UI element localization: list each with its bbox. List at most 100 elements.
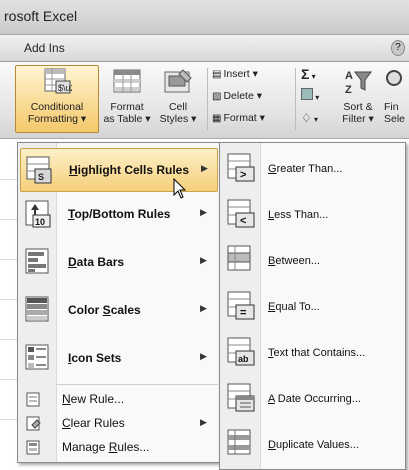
clear-rules-icon bbox=[26, 416, 41, 431]
conditional-formatting-button[interactable]: $\u25be Conditional Formatting ▾ bbox=[15, 65, 99, 133]
find-icon bbox=[386, 70, 402, 86]
data-bars-label: ata Bars bbox=[76, 255, 125, 269]
fill-button[interactable]: ▾ bbox=[301, 88, 319, 104]
svg-text:=: = bbox=[240, 307, 246, 319]
submenu-item-equal-to[interactable]: = Equal To... bbox=[222, 285, 403, 329]
svg-text:<: < bbox=[240, 215, 246, 227]
text-contains-label: ext that Contains... bbox=[273, 347, 366, 359]
menu-item-new-rule[interactable]: New Rule... bbox=[20, 389, 218, 410]
sort-filter-label-1: Sort & bbox=[343, 101, 373, 113]
menu-item-color-scales[interactable]: Color Scales ▶ bbox=[20, 289, 218, 333]
menu-item-data-bars[interactable]: Data Bars ▶ bbox=[20, 241, 218, 285]
between-icon bbox=[227, 245, 251, 271]
cell-styles-label-1: Cell bbox=[168, 101, 188, 113]
conditional-formatting-label-1: Conditional bbox=[30, 101, 84, 113]
ribbon-separator bbox=[295, 68, 296, 130]
highlight-cells-icon: S bbox=[26, 156, 52, 184]
svg-text:ab: ab bbox=[238, 354, 249, 364]
title-bar: rosoft Excel bbox=[0, 0, 409, 35]
find-select-button[interactable]: Fin Sele bbox=[384, 66, 409, 125]
submenu-arrow-icon: ▶ bbox=[200, 417, 207, 427]
manage-rules-label: ules... bbox=[117, 440, 150, 454]
help-icon[interactable]: ? bbox=[391, 40, 405, 56]
conditional-formatting-menu: S Highlight Cells Rules ▶ 10 Top/Bottom … bbox=[17, 142, 221, 463]
svg-text:S: S bbox=[38, 172, 44, 182]
submenu-arrow-icon: ▶ bbox=[200, 255, 207, 265]
less-than-label: ess Than... bbox=[274, 209, 329, 221]
submenu-arrow-icon: ▶ bbox=[200, 303, 207, 313]
menu-item-icon-sets[interactable]: Icon Sets ▶ bbox=[20, 337, 218, 381]
text-contains-icon: ab bbox=[227, 337, 255, 366]
ribbon-separator bbox=[207, 68, 208, 130]
delete-label: Delete ▾ bbox=[223, 90, 262, 102]
format-as-table-label-1: Format bbox=[110, 101, 144, 113]
autosum-button[interactable]: Σ ▾ bbox=[301, 66, 316, 82]
window-title: rosoft Excel bbox=[4, 8, 78, 24]
menu-item-clear-rules[interactable]: Clear Rules ▶ bbox=[20, 413, 218, 434]
conditional-formatting-icon: $\u25be bbox=[44, 68, 91, 94]
fill-icon bbox=[301, 88, 313, 100]
cell-styles-icon bbox=[164, 69, 192, 93]
color-scales-label: cales bbox=[110, 303, 141, 317]
delete-cells-icon: ▧ bbox=[212, 91, 222, 102]
cell-styles-button[interactable]: Cell Styles ▾ bbox=[152, 66, 204, 125]
clear-rules-label: lear Rules bbox=[70, 416, 125, 430]
date-occurring-icon bbox=[227, 383, 255, 412]
insert-cells-button[interactable]: ▤ Insert ▾ bbox=[212, 66, 258, 82]
insert-cells-icon: ▤ bbox=[212, 69, 222, 80]
format-as-table-icon bbox=[113, 69, 141, 93]
insert-label: Insert ▾ bbox=[223, 68, 258, 80]
cell-styles-label-2: Styles ▾ bbox=[159, 113, 197, 125]
greater-than-icon: > bbox=[227, 153, 255, 182]
new-rule-icon bbox=[26, 392, 40, 407]
submenu-arrow-icon: ▶ bbox=[200, 351, 207, 361]
equal-to-label: qual To... bbox=[275, 301, 320, 313]
icon-sets-label: con Sets bbox=[71, 351, 122, 365]
icon-sets-icon bbox=[25, 344, 49, 370]
top-bottom-icon: 10 bbox=[25, 200, 51, 228]
duplicate-values-label: uplicate Values... bbox=[275, 439, 359, 451]
submenu-item-date-occurring[interactable]: A Date Occurring... bbox=[222, 377, 403, 421]
menu-item-manage-rules[interactable]: Manage Rules... bbox=[20, 437, 218, 458]
find-select-label-2: Sele bbox=[384, 113, 406, 125]
submenu-arrow-icon: ▶ bbox=[201, 163, 208, 173]
format-as-table-button[interactable]: Format as Table ▾ bbox=[101, 66, 153, 125]
greater-than-label: reater Than... bbox=[276, 163, 343, 175]
svg-text:10: 10 bbox=[35, 217, 45, 227]
submenu-item-duplicate-values[interactable]: Duplicate Values... bbox=[222, 423, 403, 467]
mouse-pointer-icon bbox=[173, 178, 187, 199]
submenu-arrow-icon: ▶ bbox=[200, 207, 207, 217]
ribbon: $\u25be Conditional Formatting ▾ Format … bbox=[0, 62, 409, 139]
sort-filter-button[interactable]: A Z Sort & Filter ▾ bbox=[336, 66, 380, 125]
submenu-item-less-than[interactable]: < Less Than... bbox=[222, 193, 403, 237]
format-cells-icon: ▦ bbox=[212, 113, 222, 124]
sort-filter-label-2: Filter ▾ bbox=[342, 113, 374, 125]
clear-button[interactable]: ♢ ▾ bbox=[301, 110, 318, 126]
date-occurring-label: Date Occurring... bbox=[274, 393, 361, 405]
delete-cells-button[interactable]: ▧ Delete ▾ bbox=[212, 88, 262, 104]
manage-rules-icon bbox=[26, 440, 40, 455]
svg-text:>: > bbox=[240, 169, 246, 181]
highlight-cells-submenu: > Greater Than... < Less Than... Between… bbox=[219, 142, 406, 470]
format-cells-button[interactable]: ▦ Format ▾ bbox=[212, 110, 265, 126]
equal-to-icon: = bbox=[227, 291, 255, 320]
submenu-item-greater-than[interactable]: > Greater Than... bbox=[222, 147, 403, 191]
submenu-item-between[interactable]: Between... bbox=[222, 239, 403, 283]
format-label: Format ▾ bbox=[223, 112, 265, 124]
between-label: etween... bbox=[275, 255, 320, 267]
svg-text:Z: Z bbox=[345, 84, 352, 96]
new-rule-label: ew Rule... bbox=[70, 392, 125, 406]
top-bottom-rules-label: op/Bottom Rules bbox=[74, 207, 171, 221]
duplicate-values-icon bbox=[227, 429, 251, 455]
find-select-label-1: Fin bbox=[384, 101, 399, 113]
tab-add-ins[interactable]: Add Ins bbox=[24, 41, 65, 55]
menu-separator bbox=[56, 384, 218, 385]
color-scales-icon bbox=[25, 296, 49, 322]
data-bars-icon bbox=[25, 248, 49, 274]
eraser-icon: ♢ bbox=[301, 111, 312, 125]
svg-text:$\u25be: $\u25be bbox=[58, 83, 72, 93]
sort-filter-icon: A Z bbox=[345, 70, 372, 96]
submenu-item-text-contains[interactable]: ab Text that Contains... bbox=[222, 331, 403, 375]
ribbon-tab-bar: Add Ins ? bbox=[0, 35, 409, 62]
less-than-icon: < bbox=[227, 199, 255, 228]
